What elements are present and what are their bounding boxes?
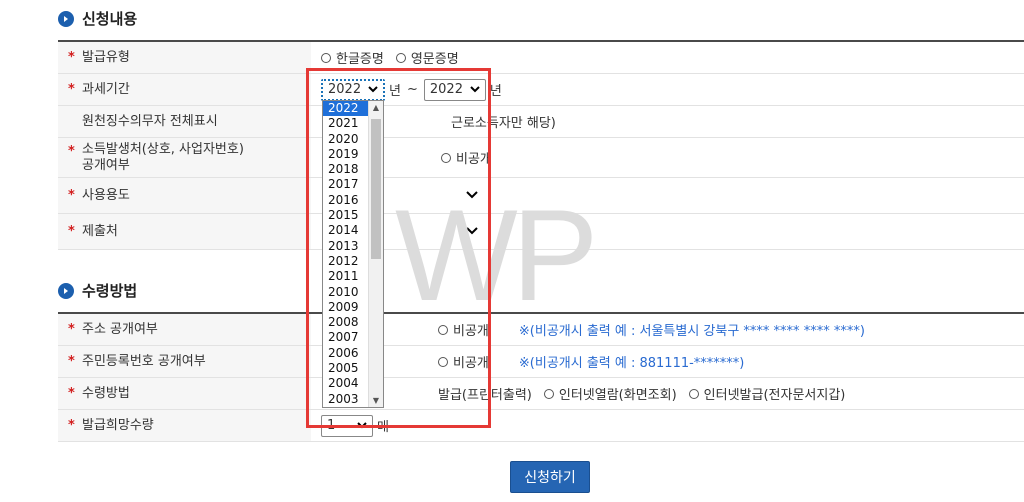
required-mark: * bbox=[68, 50, 75, 65]
apply-button[interactable]: 신청하기 bbox=[510, 461, 590, 493]
section-title-receive: 수령방법 bbox=[58, 280, 137, 301]
radio-english[interactable]: 영문증명 bbox=[395, 48, 459, 67]
required-mark: * bbox=[68, 224, 75, 239]
required-mark: * bbox=[68, 322, 75, 337]
required-mark: * bbox=[68, 144, 75, 159]
row-receive-method: * 수령방법 발급(프린터출력) 인터넷열람(화면조회) 인터넷발급(전자문서지갑… bbox=[58, 378, 1024, 410]
row-income-source: * 소득발생처(상호, 사업자번호) 공개여부 비공개 bbox=[58, 138, 1024, 178]
radio-korean[interactable]: 한글증명 bbox=[321, 48, 384, 67]
arrow-circle-icon bbox=[58, 282, 74, 299]
receive-form: * 주소 공개여부 비공개 ※(비공개시 출력 예 : 서울특별시 강북구 ***… bbox=[58, 312, 1024, 442]
arrow-circle-icon bbox=[58, 10, 74, 27]
required-mark: * bbox=[68, 386, 75, 401]
required-mark: * bbox=[68, 354, 75, 369]
highlight-box bbox=[306, 68, 491, 428]
radio-issue-online[interactable]: 인터넷발급(전자문서지갑) bbox=[688, 384, 845, 403]
required-mark: * bbox=[68, 82, 75, 97]
required-mark: * bbox=[68, 418, 75, 433]
row-issue-type: * 발급유형 한글증명 영문증명 bbox=[58, 42, 1024, 74]
row-withholding: 원천징수의무자 전체표시 근로소득자만 해당) bbox=[58, 106, 1024, 138]
row-resident-no: * 주민등록번호 공개여부 비공개 ※(비공개시 출력 예 : 881111-**… bbox=[58, 346, 1024, 378]
row-period: * 과세기간 2022 년 ~ 2022 년 bbox=[58, 74, 1024, 106]
radio-view-online[interactable]: 인터넷열람(화면조회) bbox=[543, 384, 677, 403]
section-title-application: 신청내용 bbox=[58, 8, 137, 29]
row-quantity: * 발급희망수량 1 매 bbox=[58, 410, 1024, 442]
required-mark: * bbox=[68, 188, 75, 203]
